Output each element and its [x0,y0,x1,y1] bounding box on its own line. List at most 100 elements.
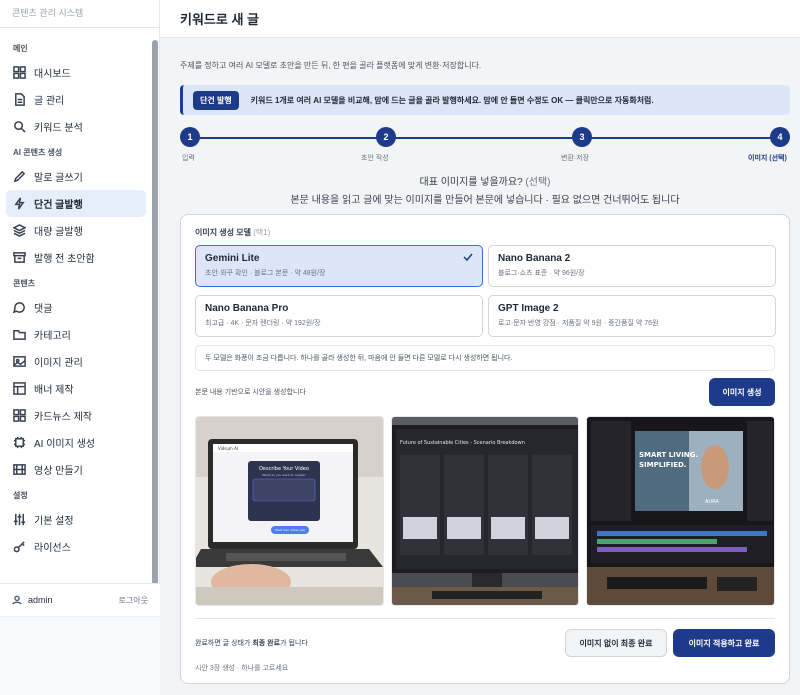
layers-icon [13,224,26,237]
sidebar-item-label: 대량 글발행 [34,227,83,238]
thumb3-line2: SIMPLIFIED. [639,461,686,469]
sidebar-item-voice-writing[interactable]: 말로 글쓰기 [6,163,146,190]
model-desc: 로고·문자 반영 강점 · 저품질 약 9원 · 중간품질 약 76원 [498,320,659,327]
final-row: 완료하면 글 상태가 최종 완료가 됩니다 이미지 없이 최종 완료 이미지 적… [195,629,775,657]
question-subtitle: 본문 내용을 읽고 글에 맞는 이미지를 만들어 본문에 넣습니다 · 필요 없… [290,195,680,206]
pencil-icon [13,170,26,183]
sidebar-item-cardnews[interactable]: 카드뉴스 제작 [6,402,146,429]
sidebar-item-label: 카드뉴스 제작 [34,412,92,423]
lightning-icon [13,197,26,210]
sidebar-item-label: 라이선스 [34,543,71,554]
sidebar-item-dashboard[interactable]: 대시보드 [6,59,146,86]
model-name: Gemini Lite [205,253,260,264]
sidebar-scrollbar[interactable] [152,40,158,590]
generate-text: 본문 내용 기반으로 시안을 생성합니다 [195,389,306,396]
model-option-gemini-lite[interactable]: Gemini Lite 초안·와꾸 확인 · 블로그 본문 · 약 48원/장 [195,245,483,287]
model-desc: 블로그·쇼츠 표준 · 약 96원/장 [498,270,585,277]
model-grid: Gemini Lite 초안·와꾸 확인 · 블로그 본문 · 약 48원/장 … [195,245,776,337]
model-label-text: 이미지 생성 모델 [195,228,251,237]
sidebar-item-label: 키워드 분석 [34,123,83,134]
model-name: Nano Banana 2 [498,253,571,264]
model-option-nano-banana-pro[interactable]: Nano Banana Pro 최고급 · 4K · 문자 렌더링 · 약 19… [195,295,483,337]
user-row: admin 로그아웃 [0,584,160,616]
thumb1-heading: Describe Your Video [259,466,309,472]
section-title-ai: AI 콘텐츠 생성 [13,148,63,157]
intro-text: 주제를 정하고 여러 AI 모델로 초안을 만든 뒤, 한 편을 골라 플랫폼에… [180,61,482,70]
user-icon [12,595,22,605]
image-icon [13,355,26,368]
step-label-4: 이미지 (선택) [748,155,787,162]
model-option-nano-banana-2[interactable]: Nano Banana 2 블로그·쇼츠 표준 · 약 96원/장 [488,245,776,287]
sidebar-item-drafts[interactable]: 발행 전 초안함 [6,244,146,271]
sidebar-item-label: AI 이미지 생성 [34,439,96,450]
model-label-hint: (택1) [250,228,271,237]
model-section-label: 이미지 생성 모델 (택1) [195,227,775,238]
sidebar-item-bulk-publish[interactable]: 대량 글발행 [6,217,146,244]
step-3[interactable]: 3 [572,127,592,147]
banner-chip: 단건 발행 [193,90,239,110]
image-candidate-3[interactable]: SMART LIVING. SIMPLIFIED. AURA [586,416,776,606]
question-title: 대표 이미지를 넣을까요? (선택) [180,173,790,188]
image-card: 이미지 생성 모델 (택1) Gemini Lite 초안·와꾸 확인 · 블로… [180,214,790,684]
sidebar-item-banner[interactable]: 배너 제작 [6,375,146,402]
sidebar-item-category[interactable]: 카테고리 [6,321,146,348]
step-4[interactable]: 4 [770,127,790,147]
content: 주제를 정하고 여러 AI 모델로 초안을 만든 뒤, 한 편을 골라 플랫폼에… [160,60,800,684]
logout-link[interactable]: 로그아웃 [119,595,148,606]
final-text-bold: 최종 완료 [252,640,281,647]
generate-image-button[interactable]: 이미지 생성 [709,378,775,406]
thumbnail-row: Vidsum AI Describe Your Video What do yo… [195,416,776,606]
model-option-gpt-image-2[interactable]: GPT Image 2 로고·문자 반영 강점 · 저품질 약 9원 · 중간품… [488,295,776,337]
step-2[interactable]: 2 [376,127,396,147]
sidebar-item-label: 기본 설정 [34,516,74,527]
grid-icon [13,66,26,79]
info-banner: 단건 발행 키워드 1개로 여러 AI 모델을 비교해, 맘에 드는 글을 골라… [180,85,790,115]
sidebar-item-keyword-analysis[interactable]: 키워드 분석 [6,113,146,140]
sidebar-item-single-publish[interactable]: 단건 글발행 [6,190,146,217]
sidebar-nav: 메인 대시보드 글 관리 키워드 분석 AI 콘텐츠 생성 말로 글쓰기 단건 … [0,36,152,560]
film-icon [13,463,26,476]
model-name: Nano Banana Pro [205,303,289,314]
sidebar-item-basic-settings[interactable]: 기본 설정 [6,506,146,533]
skip-image-complete-button[interactable]: 이미지 없이 최종 완료 [565,629,667,657]
model-desc: 최고급 · 4K · 문자 렌더링 · 약 192원/장 [205,320,321,327]
step-1[interactable]: 1 [180,127,200,147]
sidebar-item-comments[interactable]: 댓글 [6,294,146,321]
final-text-pre: 완료하면 글 상태가 [195,640,253,647]
sidebar-item-label: 이미지 관리 [34,358,83,369]
step-label-1: 입력 [182,155,195,162]
check-icon [463,253,473,262]
banner-text: 키워드 1개로 여러 AI 모델을 비교해, 맘에 드는 글을 골라 발행하세요… [250,95,654,105]
sidebar-item-video[interactable]: 영상 만들기 [6,456,146,483]
sidebar-item-label: 단건 글발행 [34,200,83,211]
sidebar-item-image-management[interactable]: 이미지 관리 [6,348,146,375]
apply-image-complete-button[interactable]: 이미지 적용하고 완료 [673,629,775,657]
generate-row: 본문 내용 기반으로 시안을 생성합니다 이미지 생성 [195,378,775,406]
divider [195,618,775,619]
sidebar-item-label: 댓글 [34,304,53,315]
sidebar-item-label: 카테고리 [34,331,71,342]
question-title-text: 대표 이미지를 넣을까요? [419,177,523,188]
image-candidate-1[interactable]: Vidsum AI Describe Your Video What do yo… [195,416,384,606]
thumb1-brand: Vidsum AI [218,446,238,451]
user-name: admin [28,595,53,605]
section-title-settings: 설정 [13,491,28,500]
sidebar-item-posts[interactable]: 글 관리 [6,86,146,113]
sidebar-footer-fill [0,616,160,695]
banner-icon [13,382,26,395]
thumb1-sub: What do you want to create? [262,473,306,477]
step-label-3: 변환·저장 [561,155,590,162]
sidebar-item-ai-image[interactable]: AI 이미지 생성 [6,429,146,456]
question-optional: (선택) [522,177,551,188]
thumb3-brand: AURA [705,499,719,505]
image-candidate-2[interactable]: Future of Sustainable Cities - Scenario … [390,416,580,606]
video-editor-image: SMART LIVING. SIMPLIFIED. AURA [587,417,775,605]
chat-icon [13,301,26,314]
sidebar-item-license[interactable]: 라이선스 [6,533,146,560]
sidebar-item-label: 발행 전 초안함 [34,254,95,265]
archive-icon [13,251,26,264]
monitor-image: Future of Sustainable Cities - Scenario … [391,417,579,605]
chip-icon [13,436,26,449]
final-text-post: 가 됩니다 [280,640,308,647]
section-title-content: 콘텐츠 [13,279,36,288]
